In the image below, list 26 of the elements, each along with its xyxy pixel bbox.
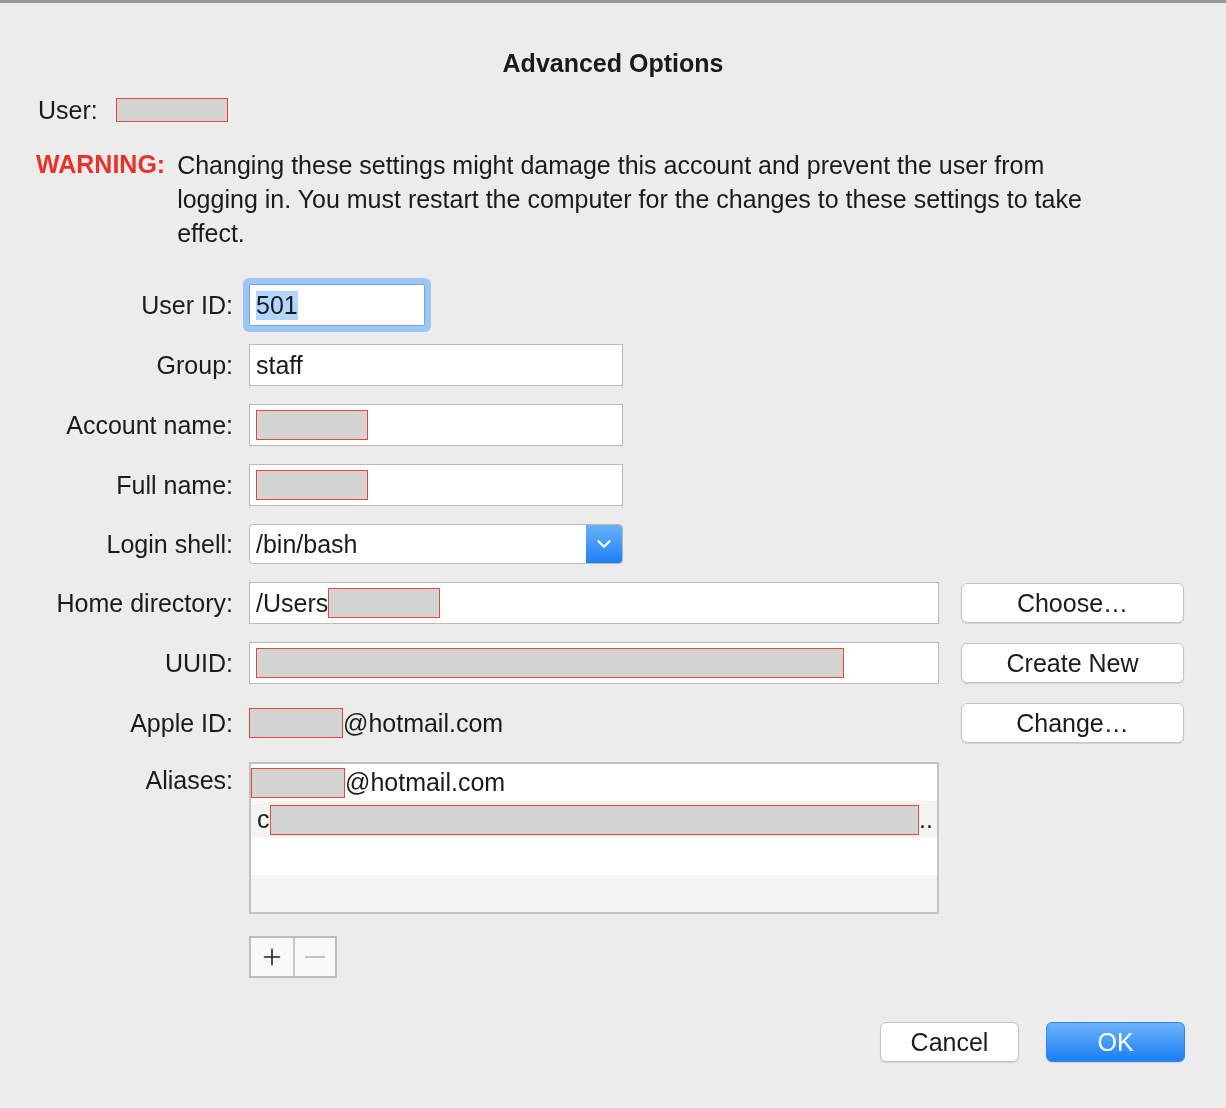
field-text: @hotmail.com	[343, 708, 504, 738]
input-field[interactable]	[249, 404, 623, 446]
cancel-button[interactable]: Cancel	[880, 1022, 1019, 1062]
input-field[interactable]: /Users	[249, 582, 939, 624]
warning-label: WARNING:	[36, 149, 166, 180]
field-label: Full name:	[115, 470, 233, 500]
user-label: User:	[38, 95, 98, 125]
field-button[interactable]: Create New	[961, 643, 1184, 683]
field-label: Home directory:	[55, 588, 233, 618]
input-field[interactable]	[249, 464, 623, 506]
field-label: Login shell:	[105, 529, 233, 559]
field-label: User ID:	[140, 290, 233, 320]
input-field[interactable]: staff	[249, 344, 623, 386]
field-label: Account name:	[65, 410, 233, 440]
warning-text: Changing these settings might damage this account and prevent the user from logging in. You must restart the computer for the changes to these settings to take effect.	[177, 150, 1083, 249]
alias-row[interactable]: @hotmail.com	[251, 764, 937, 801]
shell-dropdown[interactable]: /bin/bash	[249, 524, 623, 564]
field-button[interactable]: Choose…	[961, 583, 1184, 623]
minus-icon	[305, 956, 325, 958]
field-label: Apple ID:	[129, 708, 233, 738]
field-label: Group:	[155, 350, 233, 380]
field-button[interactable]: Change…	[961, 703, 1184, 743]
input-field[interactable]	[249, 642, 939, 684]
field-label: Aliases:	[144, 765, 233, 795]
field-label: UUID:	[163, 648, 233, 678]
dialog-title: Advanced Options	[502, 49, 724, 78]
